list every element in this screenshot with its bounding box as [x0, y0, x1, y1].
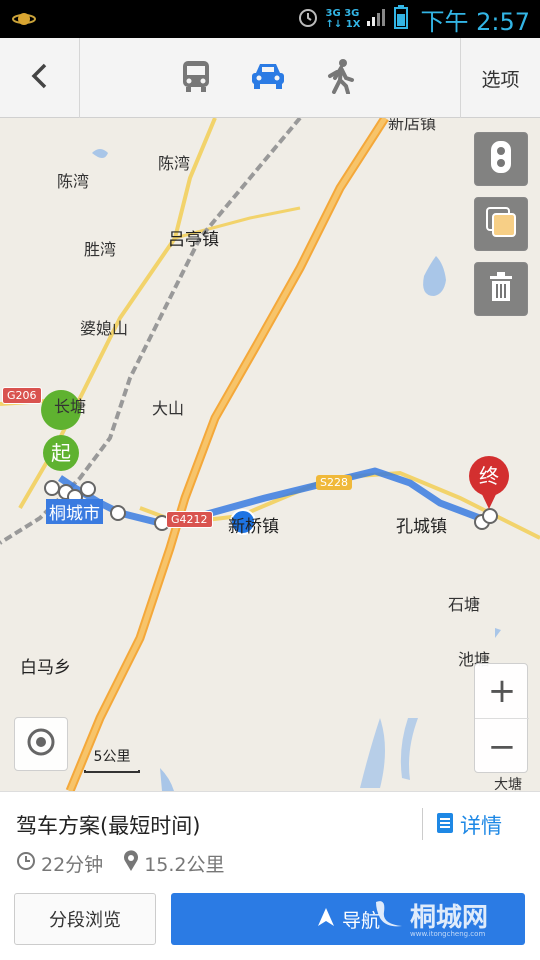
options-button[interactable]: 选项: [460, 38, 540, 118]
segment-browse-button[interactable]: 分段浏览: [14, 893, 156, 945]
shield-g206: G206: [2, 387, 42, 404]
trash-icon: [488, 272, 514, 306]
place-xinqiao: 新桥镇: [228, 517, 279, 537]
layers-icon: [484, 205, 518, 243]
battery-icon: [394, 5, 409, 33]
highway: [65, 118, 389, 791]
map-view[interactable]: 起 终 陈湾 陈湾 吕亭镇 胜湾 婆媳山 长塘 大山 桐城市 新桥镇 孔城镇 石…: [0, 118, 540, 791]
clock-icon: [16, 851, 36, 876]
route-distance: 15.2公里: [144, 854, 225, 876]
route-plan-title: 驾车方案(最短时间): [16, 814, 201, 838]
place-lvting: 吕亭镇: [168, 230, 219, 250]
divider: [422, 808, 423, 840]
shield-s228: S228: [316, 475, 352, 490]
network-bottom: ↑↓ 1X: [325, 19, 361, 30]
signal-icon: [366, 7, 388, 31]
status-bar: 3G 3G ↑↓ 1X 下午 2:57: [0, 0, 540, 38]
locate-icon: [25, 726, 57, 762]
place-shitang: 石塘: [448, 595, 481, 614]
watermark-url: www.itongcheng.com: [410, 930, 486, 938]
place-shengwan: 胜湾: [84, 240, 117, 259]
shield-g4212: G4212: [166, 511, 213, 528]
end-marker-label: 终: [479, 464, 499, 488]
status-indicators: 3G 3G ↑↓ 1X 下午 2:57: [296, 0, 530, 38]
bus-icon: [180, 59, 212, 97]
zoom-in-button[interactable]: +: [475, 664, 529, 719]
detail-button[interactable]: 详情: [436, 810, 502, 840]
place-changtang: 长塘: [54, 397, 87, 416]
zoom-control: + −: [474, 663, 529, 774]
scale-bar: 5公里: [84, 746, 140, 773]
place-datang: 大塘: [494, 777, 522, 791]
clock: 下午 2:57: [420, 7, 530, 36]
route-toolbar: 选项: [0, 38, 540, 118]
locate-button[interactable]: [14, 717, 68, 771]
pond: [92, 149, 108, 158]
watermark-logo-icon: [372, 896, 406, 934]
place-top-edge: 新店镇: [388, 118, 437, 133]
river-3: [495, 628, 501, 638]
walk-icon: [324, 58, 356, 98]
place-poxishan: 婆媳山: [80, 319, 129, 338]
place-kongcheng: 孔城镇: [396, 517, 447, 537]
railway: [0, 118, 302, 545]
network-indicator: 3G 3G ↑↓ 1X: [326, 8, 361, 30]
place-dashan: 大山: [152, 399, 185, 418]
river-2: [400, 718, 418, 780]
document-icon: [436, 812, 454, 839]
back-button[interactable]: [0, 38, 80, 118]
detail-label: 详情: [460, 814, 502, 838]
mode-bus-button[interactable]: [170, 52, 222, 104]
watermark: 桐城网 www.itongcheng.com: [372, 896, 489, 938]
lake: [423, 256, 446, 296]
clear-button[interactable]: [474, 262, 528, 316]
river-4: [160, 768, 174, 791]
route-meta: 22分钟 15.2公里: [16, 850, 245, 877]
app-root: 3G 3G ↑↓ 1X 下午 2:57 选项 起 终 陈湾 陈湾 吕亭镇 胜湾 …: [0, 0, 540, 960]
network-top: 3G 3G: [325, 8, 360, 19]
layers-button[interactable]: [474, 197, 528, 251]
start-marker-label: 起: [51, 441, 71, 465]
place-baima: 白马乡: [20, 658, 71, 678]
route-summary-panel: 驾车方案(最短时间) 详情 22分钟 15.2公里 分段浏览 导航 桐城网 ww…: [0, 791, 540, 960]
place-chenwan-1: 陈湾: [57, 172, 90, 191]
map-base: 起 终: [0, 118, 540, 791]
mode-car-button[interactable]: [242, 52, 294, 104]
scale-label: 5公里: [93, 749, 131, 765]
scale-line: [84, 770, 140, 773]
watermark-text: 桐城网: [410, 902, 489, 933]
river-1: [360, 718, 385, 788]
distance-pin-icon: [123, 850, 139, 877]
route-duration: 22分钟: [41, 854, 104, 876]
car-icon: [250, 61, 286, 95]
navigation-arrow-icon: [316, 907, 336, 932]
traffic-light-icon: [489, 140, 513, 178]
zoom-out-button[interactable]: −: [475, 719, 529, 774]
app-notification-icon: [12, 9, 36, 33]
place-chenwan-2: 陈湾: [158, 154, 191, 173]
place-tongcheng: 桐城市: [46, 499, 103, 524]
mode-walk-button[interactable]: [314, 52, 366, 104]
alarm-icon: [296, 5, 320, 33]
chevron-left-icon: [28, 61, 52, 95]
traffic-button[interactable]: [474, 132, 528, 186]
